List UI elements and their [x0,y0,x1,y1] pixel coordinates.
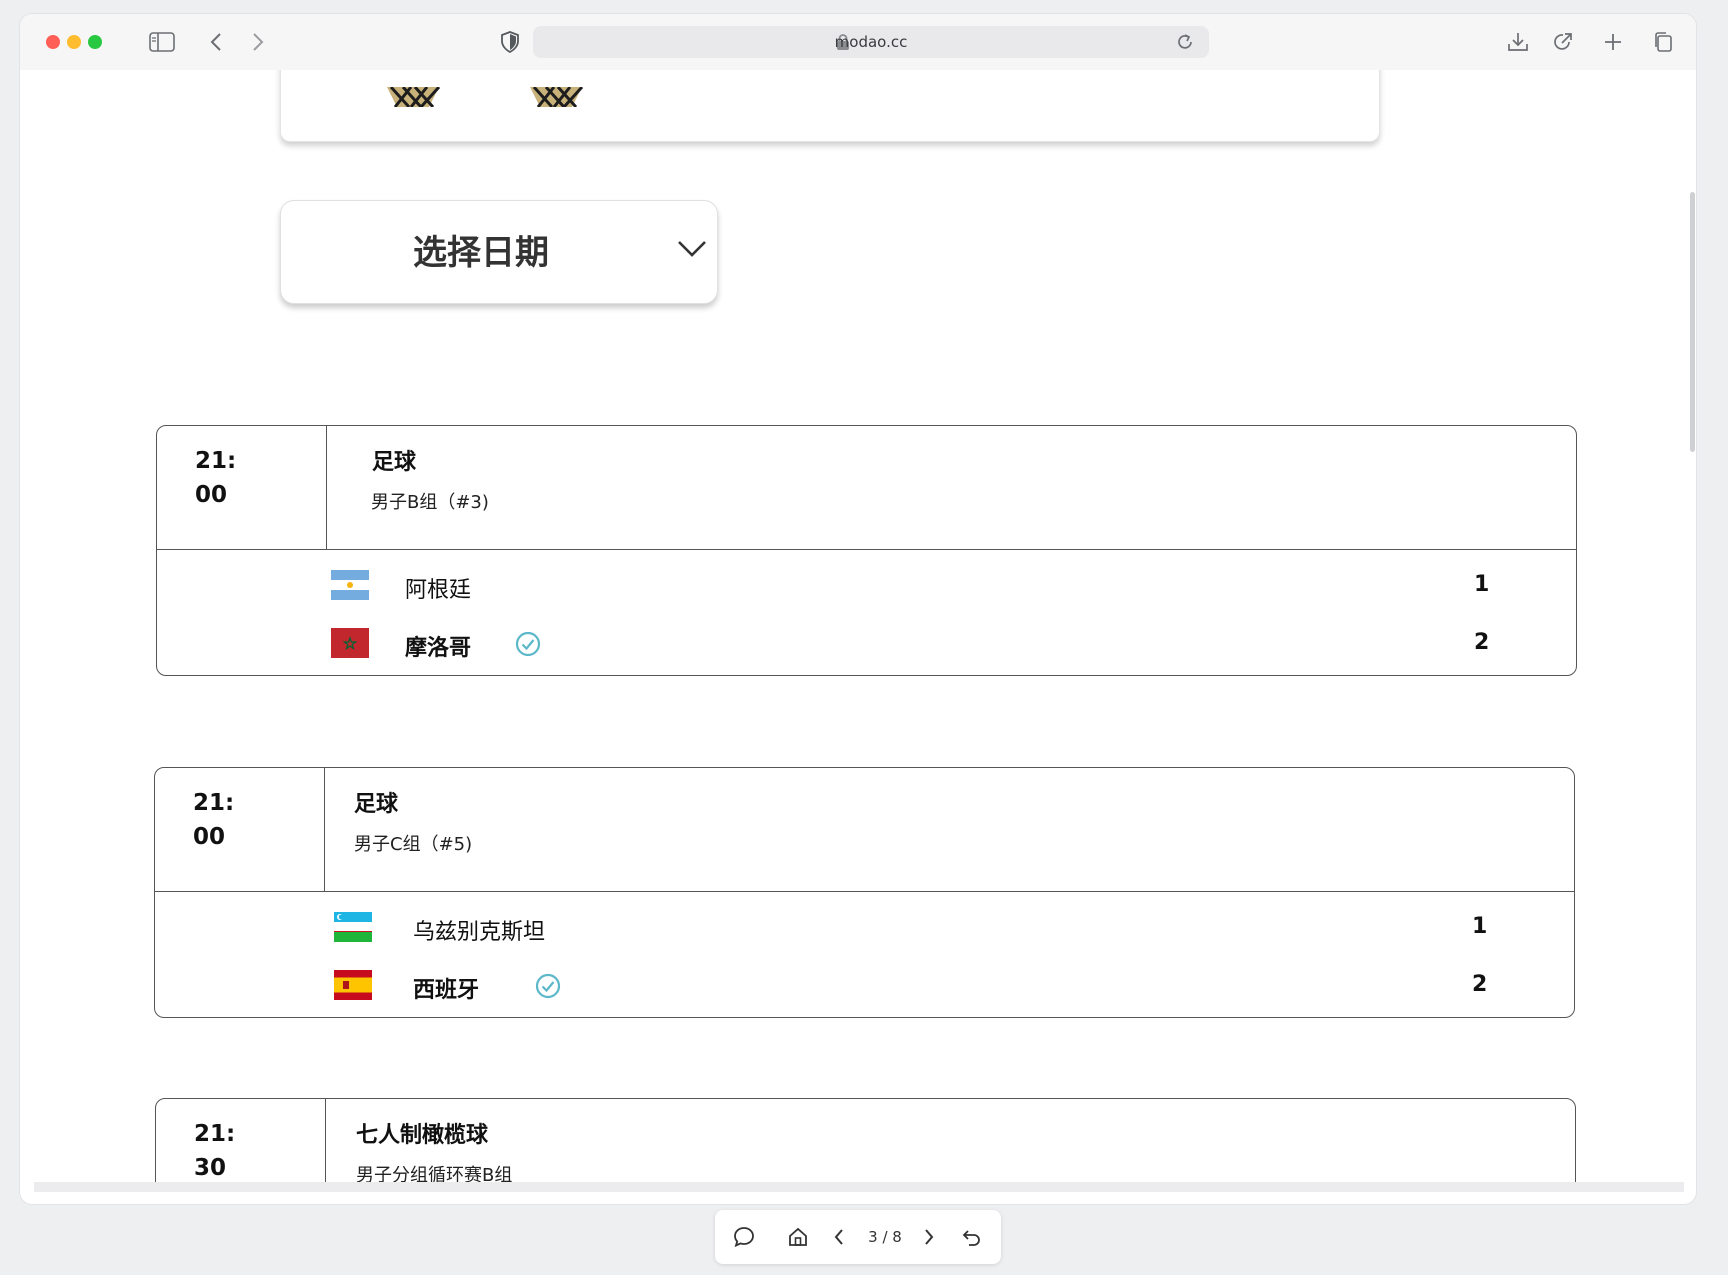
url-text: modao.cc [834,33,908,51]
match-card[interactable]: 21: 00 足球 男子B组（#3) 阿根廷 1 摩洛哥 2 [156,425,1577,676]
page-indicator: 3 / 8 [868,1228,902,1246]
comment-icon[interactable] [727,1210,761,1264]
horizontal-scrollbar[interactable] [34,1182,1684,1192]
vertical-scrollbar-thumb[interactable] [1690,192,1695,452]
reload-icon[interactable] [1175,32,1195,52]
prev-page-icon[interactable] [825,1210,853,1264]
team-score: 1 [1472,914,1488,939]
divider [325,1099,326,1192]
match-stage: 男子C组（#5) [354,834,473,855]
next-page-icon[interactable] [915,1210,943,1264]
header-card [280,70,1380,142]
winner-check-icon [514,630,542,662]
undo-icon[interactable] [955,1210,989,1264]
chevron-down-icon [677,239,707,263]
page-content: 选择日期 21: 00 足球 男子B组（#3) 阿根廷 1 摩洛哥 2 21: … [20,70,1696,1192]
share-icon[interactable] [1550,30,1576,54]
home-icon[interactable] [781,1210,815,1264]
browser-window: modao.cc 选择日期 21: 00 足球 男子B组（#3) 阿根廷 1 摩… [20,14,1696,1204]
address-bar[interactable]: modao.cc [533,26,1209,58]
new-tab-icon[interactable] [1600,30,1626,54]
divider [157,549,1576,550]
back-icon[interactable] [204,30,228,54]
team-name: 阿根廷 [405,578,472,603]
prototype-nav-bar: 3 / 8 [715,1210,1001,1264]
match-stage: 男子B组（#3) [371,492,489,513]
morocco-flag-icon [331,628,369,658]
match-card[interactable]: 21: 30 七人制橄榄球 男子分组循环赛B组 [155,1098,1576,1192]
match-card[interactable]: 21: 00 足球 男子C组（#5) 乌兹别克斯坦 1 西班牙 2 [154,767,1575,1018]
sport-name: 足球 [372,450,417,475]
date-picker-button[interactable]: 选择日期 [280,200,718,304]
winner-check-icon [534,972,562,1004]
divider [324,768,325,891]
sport-name: 七人制橄榄球 [356,1123,489,1148]
emblem-icon [381,85,445,111]
browser-toolbar: modao.cc [20,14,1696,70]
download-icon[interactable] [1505,30,1531,54]
team-name: 西班牙 [413,978,480,1003]
team-score: 2 [1474,630,1490,655]
emblem-icon [524,85,588,111]
uzbekistan-flag-icon [334,912,372,942]
match-time: 21: 00 [193,790,235,850]
sidebar-icon[interactable] [148,30,176,54]
argentina-flag-icon [331,570,369,600]
spain-flag-icon [334,970,372,1000]
match-time: 21: 30 [194,1121,236,1181]
forward-icon[interactable] [246,30,270,54]
team-name: 摩洛哥 [405,636,472,661]
team-score: 1 [1474,572,1490,597]
tabs-icon[interactable] [1650,30,1676,54]
team-name: 乌兹别克斯坦 [413,920,546,945]
close-window-button[interactable] [46,35,60,49]
shield-icon[interactable] [498,30,522,54]
match-time: 21: 00 [195,448,237,508]
minimize-window-button[interactable] [67,35,81,49]
sport-name: 足球 [354,792,399,817]
maximize-window-button[interactable] [88,35,102,49]
team-score: 2 [1472,972,1488,997]
divider [155,891,1574,892]
divider [326,426,327,549]
date-picker-label: 选择日期 [413,233,549,273]
